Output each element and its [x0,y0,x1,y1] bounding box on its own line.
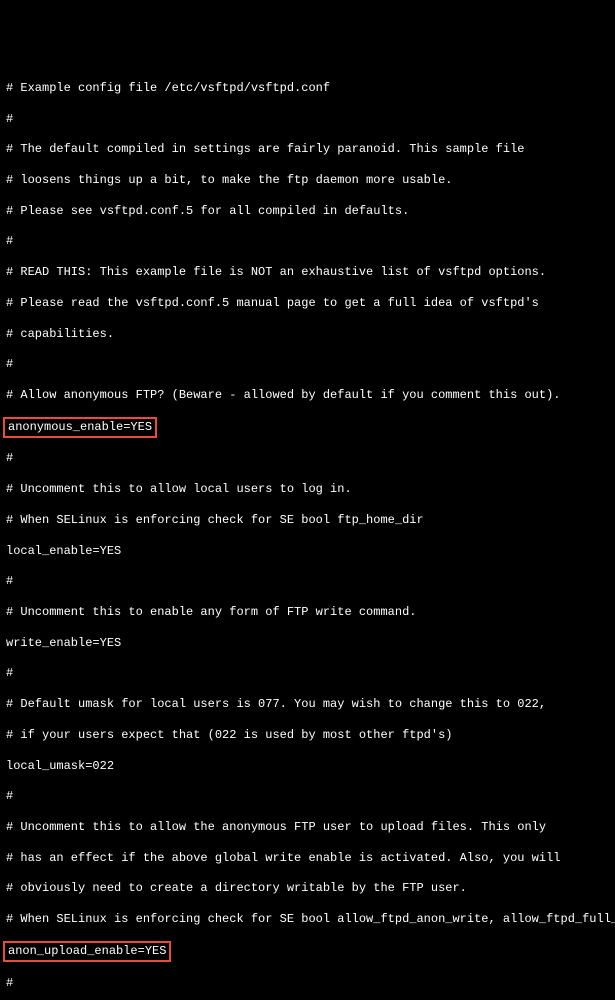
config-comment: # if your users expect that (022 is used… [6,728,609,743]
config-comment: # obviously need to create a directory w… [6,881,609,896]
config-setting: local_enable=YES [6,544,609,559]
config-comment: # READ THIS: This example file is NOT an… [6,265,609,280]
config-comment: # capabilities. [6,327,609,342]
config-comment: # [6,574,609,589]
config-comment: # [6,112,609,127]
highlighted-setting-anon-upload: anon_upload_enable=YES [6,943,609,960]
config-comment: # [6,234,609,249]
config-comment: # Please read the vsftpd.conf.5 manual p… [6,296,609,311]
config-comment: # [6,357,609,372]
highlighted-setting-anonymous-enable: anonymous_enable=YES [6,419,609,436]
terminal-output: # Example config file /etc/vsftpd/vsftpd… [6,65,609,1000]
config-comment: # Default umask for local users is 077. … [6,697,609,712]
config-comment: # Uncomment this to enable any form of F… [6,605,609,620]
config-comment: # The default compiled in settings are f… [6,142,609,157]
config-setting: local_umask=022 [6,759,609,774]
config-comment: # Uncomment this to allow local users to… [6,482,609,497]
config-comment: # When SELinux is enforcing check for SE… [6,912,609,927]
config-comment: # Please see vsftpd.conf.5 for all compi… [6,204,609,219]
config-comment: # has an effect if the above global writ… [6,851,609,866]
config-comment: # Example config file /etc/vsftpd/vsftpd… [6,81,609,96]
config-comment: # Allow anonymous FTP? (Beware - allowed… [6,388,609,403]
config-comment: # [6,666,609,681]
config-setting: write_enable=YES [6,636,609,651]
config-comment: # loosens things up a bit, to make the f… [6,173,609,188]
config-comment: # [6,976,609,991]
config-comment: # When SELinux is enforcing check for SE… [6,513,609,528]
config-comment: # Uncomment this to allow the anonymous … [6,820,609,835]
config-comment: # [6,451,609,466]
config-comment: # [6,789,609,804]
